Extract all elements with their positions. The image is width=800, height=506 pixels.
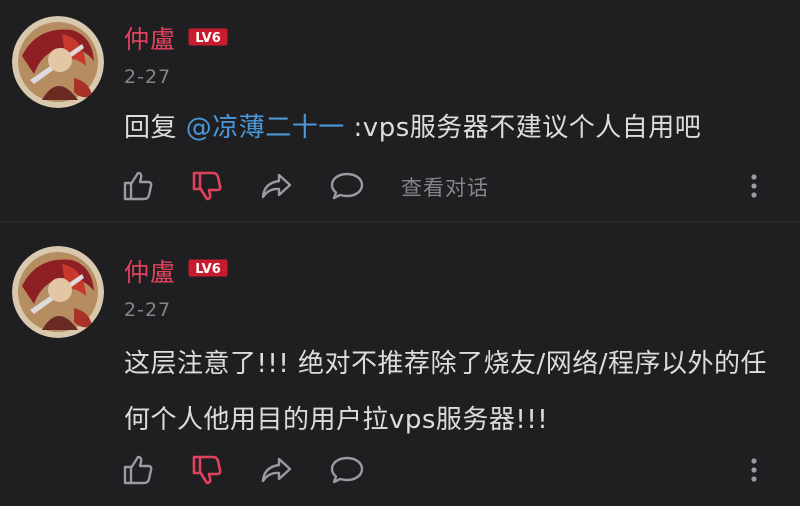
comment-icon[interactable]: [330, 169, 364, 203]
reply-body: :vps服务器不建议个人自用吧: [344, 113, 702, 143]
more-vertical-icon[interactable]: [744, 453, 764, 487]
level-badge: LV6: [188, 259, 228, 277]
username[interactable]: 仲盧: [124, 253, 176, 289]
mention-link[interactable]: @凉薄二十一: [186, 113, 345, 143]
action-bar: 查看对话: [0, 166, 800, 206]
view-conversation-link[interactable]: 查看对话: [401, 172, 489, 202]
thumbs-down-icon[interactable]: [190, 169, 224, 203]
comment-text: 这层注意了!!! 绝对不推荐除了烧友/网络/程序以外的任何个人他用目的用户拉vp…: [124, 349, 768, 435]
comment-date: 2-27: [124, 299, 172, 321]
level-badge-text: LV6: [195, 31, 221, 46]
username[interactable]: 仲盧: [124, 20, 176, 56]
thumbs-up-icon[interactable]: [121, 453, 155, 487]
avatar[interactable]: [12, 246, 104, 338]
level-badge-text: LV6: [195, 262, 221, 277]
share-icon[interactable]: [259, 169, 293, 203]
comment-text: 回复 @凉薄二十一 :vps服务器不建议个人自用吧: [124, 110, 784, 146]
comment-item: 仲盧 LV6 2-27 这层注意了!!! 绝对不推荐除了烧友/网络/程序以外的任…: [0, 222, 800, 506]
level-badge: LV6: [188, 28, 228, 46]
thumbs-down-icon[interactable]: [190, 453, 224, 487]
action-bar: [0, 450, 800, 490]
share-icon[interactable]: [259, 453, 293, 487]
comment-item: 仲盧 LV6 2-27 回复 @凉薄二十一 :vps服务器不建议个人自用吧 查看…: [0, 0, 800, 221]
avatar[interactable]: [12, 16, 104, 108]
comment-date: 2-27: [124, 66, 172, 88]
reply-prefix: 回复: [124, 113, 186, 143]
thumbs-up-icon[interactable]: [121, 169, 155, 203]
more-vertical-icon[interactable]: [744, 169, 764, 203]
comment-icon[interactable]: [330, 453, 364, 487]
